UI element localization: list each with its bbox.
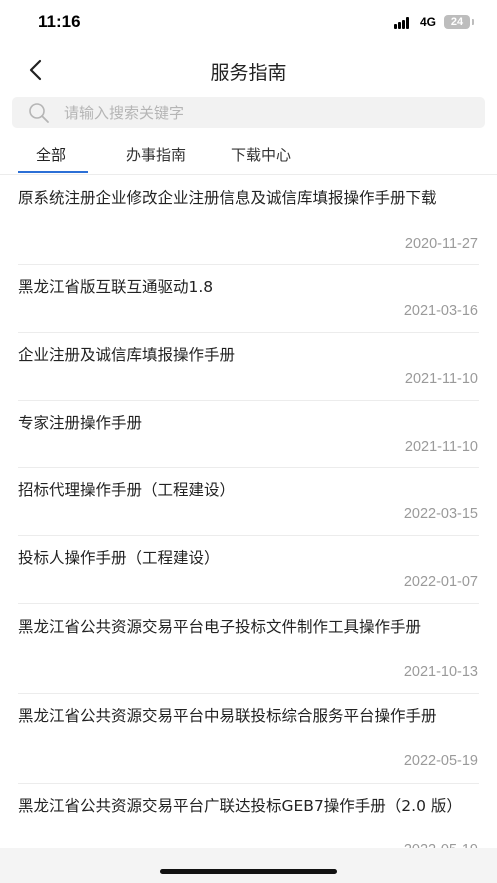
item-title: 黑龙江省公共资源交易平台广联达投标GEB7操作手册（2.0 版） xyxy=(18,797,462,815)
item-title: 黑龙江省版互联互通驱动1.8 xyxy=(18,278,214,296)
item-date: 2022-05-19 xyxy=(403,753,478,769)
nav-bar: 服务指南 xyxy=(0,48,497,92)
list-item[interactable]: 黑龙江省公共资源交易平台广联达投标GEB7操作手册（2.0 版） 2022-05… xyxy=(0,784,497,858)
active-tab-indicator xyxy=(18,171,88,173)
status-time: 11:16 xyxy=(38,12,81,31)
search-box[interactable] xyxy=(12,97,485,128)
item-title: 专家注册操作手册 xyxy=(18,414,143,432)
tab-guide[interactable]: 办事指南 xyxy=(126,144,186,165)
tab-download-center[interactable]: 下载中心 xyxy=(231,144,291,165)
item-date: 2020-11-27 xyxy=(404,236,478,252)
signal-icon xyxy=(394,17,414,29)
item-title: 企业注册及诚信库填报操作手册 xyxy=(18,346,236,364)
list-item[interactable]: 投标人操作手册（工程建设） 2022-01-07 xyxy=(0,536,497,604)
battery-icon: 24 xyxy=(444,15,470,29)
status-bar: 11:16 4G 24 xyxy=(0,0,497,48)
list-item[interactable]: 企业注册及诚信库填报操作手册 2021-11-10 xyxy=(0,333,497,401)
list-item[interactable]: 招标代理操作手册（工程建设） 2022-03-15 xyxy=(0,468,497,536)
search-input[interactable] xyxy=(64,97,464,128)
list-item[interactable]: 原系统注册企业修改企业注册信息及诚信库填报操作手册下载 2020-11-27 xyxy=(0,175,497,265)
item-date: 2021-03-16 xyxy=(403,303,478,319)
item-date: 2021-11-10 xyxy=(404,439,478,455)
tab-bar: 全部 办事指南 下载中心 xyxy=(0,140,497,174)
list-item[interactable]: 专家注册操作手册 2021-11-10 xyxy=(0,401,497,468)
network-type: 4G xyxy=(420,15,437,29)
page-title: 服务指南 xyxy=(210,62,287,84)
list-item[interactable]: 黑龙江省公共资源交易平台中易联投标综合服务平台操作手册 2022-05-19 xyxy=(0,694,497,784)
item-title: 招标代理操作手册（工程建设） xyxy=(18,481,236,499)
search-icon xyxy=(29,103,49,123)
item-title: 黑龙江省公共资源交易平台电子投标文件制作工具操作手册 xyxy=(18,618,422,636)
item-date: 2022-03-15 xyxy=(403,506,478,522)
tab-all[interactable]: 全部 xyxy=(36,144,66,165)
battery-tip xyxy=(472,19,474,25)
item-title: 投标人操作手册（工程建设） xyxy=(18,549,220,567)
list-item[interactable]: 黑龙江省版互联互通驱动1.8 2021-03-16 xyxy=(0,265,497,333)
home-indicator[interactable] xyxy=(160,869,337,874)
item-date: 2021-11-10 xyxy=(404,371,478,387)
item-title: 原系统注册企业修改企业注册信息及诚信库填报操作手册下载 xyxy=(18,189,437,207)
item-title: 黑龙江省公共资源交易平台中易联投标综合服务平台操作手册 xyxy=(18,707,437,725)
item-date: 2021-10-13 xyxy=(403,664,478,680)
list-item[interactable]: 黑龙江省公共资源交易平台电子投标文件制作工具操作手册 2021-10-13 xyxy=(0,604,497,694)
bottom-bar xyxy=(0,848,497,883)
item-date: 2022-01-07 xyxy=(403,574,478,590)
